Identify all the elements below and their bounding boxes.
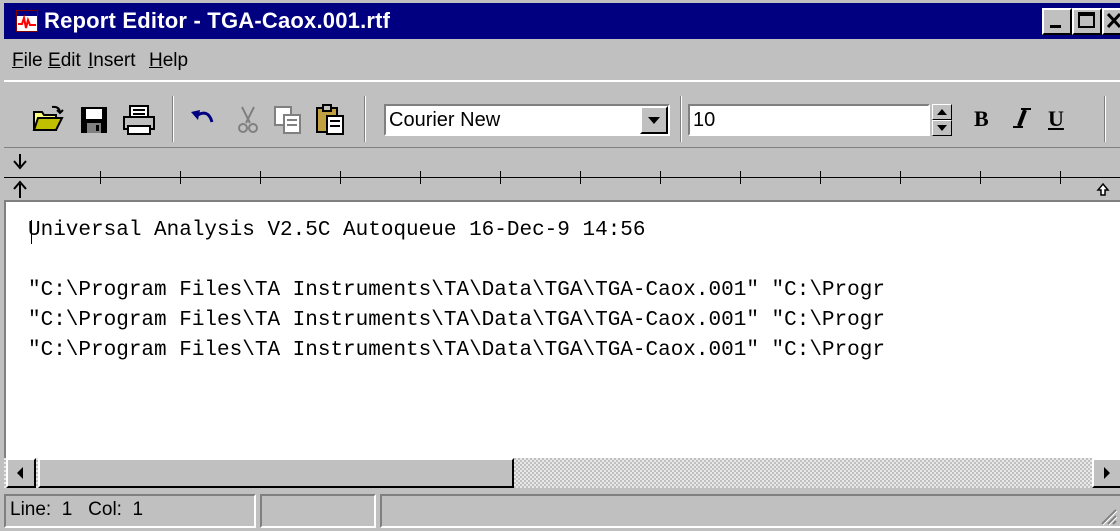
ruler-tick — [100, 171, 101, 184]
minimize-icon — [1050, 25, 1061, 28]
toolbar-separator — [1104, 96, 1106, 142]
status-pane-empty — [260, 494, 376, 528]
maximize-button[interactable] — [1072, 8, 1102, 35]
font-size-value: 10 — [693, 109, 716, 131]
font-name-combo[interactable]: Courier New — [384, 104, 670, 136]
cut-button[interactable] — [232, 104, 264, 136]
menu-insert[interactable]: Insert — [88, 50, 136, 72]
paste-button[interactable] — [314, 104, 346, 136]
copy-icon — [274, 106, 301, 134]
toolbar-separator — [364, 96, 366, 142]
cut-scissors-icon — [238, 106, 258, 133]
horizontal-scrollbar[interactable] — [4, 458, 1120, 488]
ruler-tick — [1060, 171, 1061, 184]
left-indent-marker-icon[interactable] — [12, 178, 28, 200]
document-text-area[interactable]: Universal Analysis V2.5C Autoqueue 16-De… — [4, 200, 1120, 458]
arrow-left-icon — [17, 467, 23, 479]
document-line: "C:\Program Files\TA Instruments\TA\Data… — [28, 339, 885, 362]
document-line: "C:\Program Files\TA Instruments\TA\Data… — [28, 309, 885, 332]
italic-icon — [1013, 108, 1031, 128]
document-line: "C:\Program Files\TA Instruments\TA\Data… — [28, 279, 885, 302]
ruler — [4, 150, 1120, 200]
ruler-tick — [340, 171, 341, 184]
chart-wave-icon[interactable] — [16, 10, 38, 32]
document-content: Universal Analysis V2.5C Autoqueue 16-De… — [28, 216, 885, 366]
close-icon — [1106, 12, 1120, 29]
font-name-value: Courier New — [389, 109, 501, 131]
ruler-tick — [900, 171, 901, 184]
font-size-field[interactable]: 10 — [688, 104, 930, 136]
ruler-tick — [420, 171, 421, 184]
ruler-tick — [820, 171, 821, 184]
toolbar-separator — [680, 96, 682, 142]
underline-button[interactable]: U — [1048, 106, 1064, 132]
report-editor-window: Report Editor - TGA-Caox.001.rtf File Ed… — [0, 0, 1120, 531]
close-button[interactable] — [1102, 8, 1120, 35]
bold-button[interactable]: B — [974, 106, 989, 132]
ruler-tick — [580, 171, 581, 184]
size-grip-icon[interactable] — [1098, 506, 1118, 526]
document-line: Universal Analysis V2.5C Autoqueue 16-De… — [28, 219, 646, 242]
paste-clipboard-icon — [316, 104, 344, 135]
scroll-right-button[interactable] — [1092, 458, 1120, 488]
open-folder-icon — [32, 105, 64, 131]
italic-button[interactable] — [1012, 106, 1032, 136]
menu-file[interactable]: File — [12, 50, 43, 72]
undo-icon — [191, 110, 214, 123]
right-indent-marker-icon[interactable] — [1096, 182, 1110, 198]
font-name-dropdown-button[interactable] — [640, 106, 668, 134]
minimize-button[interactable] — [1042, 8, 1072, 35]
ruler-tick — [660, 171, 661, 184]
scroll-left-button[interactable] — [6, 458, 36, 488]
font-size-down-button[interactable] — [932, 120, 952, 136]
ruler-tick — [180, 171, 181, 184]
print-icon — [123, 105, 155, 135]
arrow-right-icon — [1104, 467, 1110, 479]
copy-button[interactable] — [272, 104, 304, 136]
ruler-baseline — [4, 177, 1120, 178]
window-title: Report Editor - TGA-Caox.001.rtf — [44, 8, 391, 33]
status-pane-empty — [380, 494, 1120, 528]
ruler-tick — [980, 171, 981, 184]
font-size-up-button[interactable] — [932, 104, 952, 120]
dropdown-arrow-icon — [648, 117, 660, 124]
ruler-tick — [260, 171, 261, 184]
toolbar-separator — [172, 96, 174, 142]
spin-down-icon — [937, 125, 947, 131]
first-line-indent-marker-icon[interactable] — [12, 152, 28, 174]
cursor-position: Line: 1 Col: 1 — [4, 494, 256, 528]
ruler-tick — [740, 171, 741, 184]
menu-edit[interactable]: Edit — [48, 50, 81, 72]
status-bar: Line: 1 Col: 1 — [4, 490, 1120, 531]
scroll-thumb[interactable] — [38, 458, 514, 488]
menu-bar: File Edit Insert Help — [4, 40, 1120, 78]
spin-up-icon — [937, 109, 947, 115]
open-button[interactable] — [32, 104, 64, 136]
print-button[interactable] — [122, 104, 155, 136]
save-button[interactable] — [78, 104, 110, 136]
ruler-tick — [500, 171, 501, 184]
undo-button[interactable] — [188, 104, 220, 136]
title-bar[interactable]: Report Editor - TGA-Caox.001.rtf — [4, 3, 1120, 39]
menu-help[interactable]: Help — [149, 50, 188, 72]
toolbar: Courier New 10 B U — [4, 80, 1120, 148]
document-line: ​ — [28, 246, 885, 276]
maximize-icon — [1078, 12, 1095, 28]
save-disk-icon — [81, 107, 107, 133]
